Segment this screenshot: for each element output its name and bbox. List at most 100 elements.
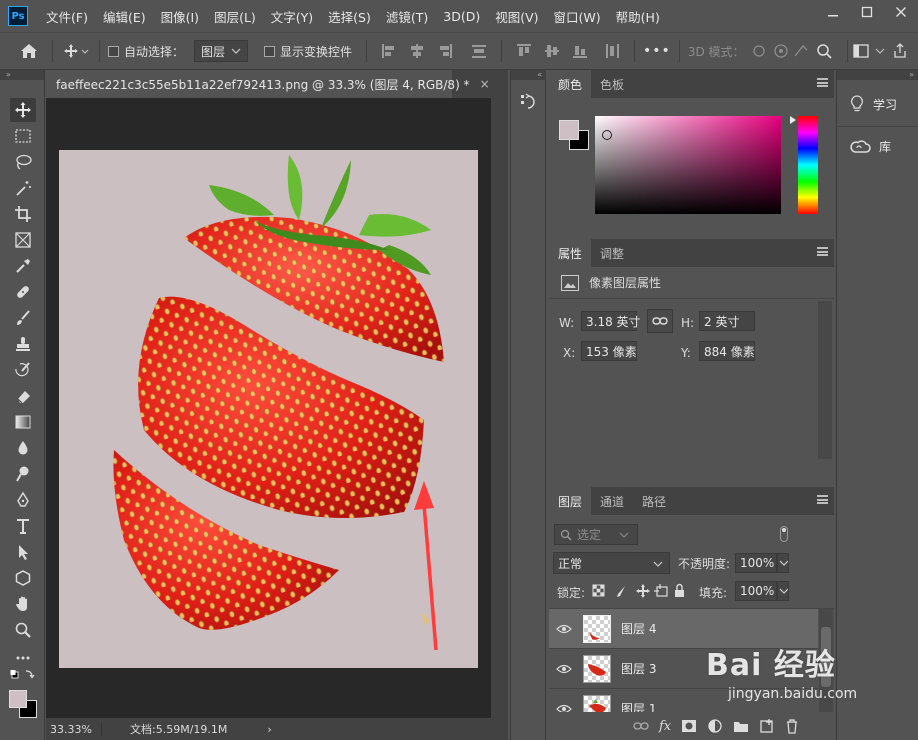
height-input[interactable]: 2 英寸	[699, 311, 755, 331]
frame-tool-icon[interactable]	[10, 228, 36, 252]
pen-tool-icon[interactable]	[10, 488, 36, 512]
blur-tool-icon[interactable]	[10, 436, 36, 460]
auto-select-target-dropdown[interactable]: 图层	[194, 40, 249, 62]
path-selection-tool-icon[interactable]	[10, 540, 36, 564]
menu-3d[interactable]: 3D(D)	[443, 9, 480, 24]
lock-options-icon[interactable]	[591, 583, 687, 599]
align-bottom-icon[interactable]	[572, 43, 588, 59]
align-right-icon[interactable]	[437, 43, 453, 59]
tab-paths[interactable]: 路径	[633, 487, 675, 515]
menu-select[interactable]: 选择(S)	[328, 7, 371, 26]
link-dimensions-icon[interactable]	[647, 309, 673, 333]
edit-toolbar-icon[interactable]	[10, 646, 36, 670]
fill-dropdown[interactable]	[777, 581, 789, 601]
maximize-icon[interactable]	[850, 0, 884, 24]
eye-icon[interactable]	[549, 664, 579, 674]
panel-menu-icon[interactable]	[817, 247, 828, 256]
blend-mode-dropdown[interactable]: 正常	[553, 552, 670, 574]
crop-tool-icon[interactable]	[10, 202, 36, 226]
distribute-vertical-icon[interactable]	[604, 43, 620, 59]
clone-stamp-tool-icon[interactable]	[10, 332, 36, 356]
status-menu-icon[interactable]: ›	[267, 723, 271, 736]
brush-tool-icon[interactable]	[10, 306, 36, 330]
align-top-icon[interactable]	[516, 43, 532, 59]
canvas-vertical-scrollbar[interactable]	[491, 98, 508, 718]
layer-name[interactable]: 图层 1	[621, 700, 656, 712]
close-icon[interactable]	[884, 0, 918, 24]
document-tab[interactable]: faeffeec221c3c55e5b11a22ef792413.png @ 3…	[46, 70, 490, 98]
folder-icon[interactable]	[733, 719, 749, 733]
trash-icon[interactable]	[785, 718, 799, 734]
zoom-tool-icon[interactable]	[10, 618, 36, 642]
align-vcenter-icon[interactable]	[544, 43, 560, 59]
layer-name[interactable]: 图层 4	[621, 620, 656, 637]
menu-view[interactable]: 视图(V)	[495, 7, 538, 26]
tab-properties[interactable]: 属性	[549, 239, 592, 267]
tab-adjustments[interactable]: 调整	[591, 239, 633, 267]
library-panel-button[interactable]: 库	[837, 126, 918, 166]
tab-channels[interactable]: 通道	[591, 487, 633, 515]
hand-tool-icon[interactable]	[10, 592, 36, 616]
menu-edit[interactable]: 编辑(E)	[103, 7, 146, 26]
tab-layers[interactable]: 图层	[549, 487, 592, 515]
tab-color[interactable]: 颜色	[549, 70, 592, 98]
shape-tool-icon[interactable]	[10, 566, 36, 590]
fill-input[interactable]: 100%	[735, 581, 777, 601]
fx-icon[interactable]: fx	[659, 719, 671, 734]
menu-layer[interactable]: 图层(L)	[214, 7, 256, 26]
dock-collapse-icon[interactable]: «	[511, 70, 546, 80]
workspace-icon[interactable]	[852, 42, 892, 60]
mask-icon[interactable]	[681, 719, 697, 733]
document-info[interactable]: 文档:5.59M/19.1M	[130, 721, 227, 737]
menu-file[interactable]: 文件(F)	[46, 7, 88, 26]
opacity-dropdown[interactable]	[777, 553, 789, 573]
toolbar-collapse-icon[interactable]: »	[0, 70, 44, 80]
opacity-input[interactable]: 100%	[735, 553, 777, 573]
right-dock-collapse-icon[interactable]: »	[837, 70, 918, 80]
color-field[interactable]	[595, 116, 781, 214]
menu-filter[interactable]: 滤镜(T)	[386, 7, 428, 26]
eye-icon[interactable]	[549, 624, 579, 634]
filter-toggle-icon[interactable]	[780, 526, 788, 542]
swap-colors-icon[interactable]	[10, 668, 36, 684]
hue-slider-handle[interactable]	[790, 116, 796, 124]
3d-tools-icon[interactable]	[751, 42, 841, 60]
minimize-icon[interactable]	[816, 0, 850, 24]
type-tool-icon[interactable]	[10, 514, 36, 538]
layer-filter-dropdown[interactable]: 选定	[554, 524, 638, 545]
dodge-tool-icon[interactable]	[10, 462, 36, 486]
healing-brush-tool-icon[interactable]	[10, 280, 36, 304]
lasso-tool-icon[interactable]	[10, 150, 36, 174]
layer-name[interactable]: 图层 3	[621, 660, 656, 677]
foreground-color-swatch[interactable]	[559, 120, 579, 140]
show-transform-checkbox[interactable]	[264, 45, 276, 57]
align-hcenter-icon[interactable]	[409, 43, 425, 59]
move-tool-preset-icon[interactable]	[61, 43, 91, 59]
menu-help[interactable]: 帮助(H)	[616, 7, 660, 26]
align-left-icon[interactable]	[381, 43, 397, 59]
panel-menu-icon[interactable]	[817, 78, 828, 87]
history-brush-tool-icon[interactable]	[10, 358, 36, 382]
close-document-icon[interactable]: ×	[480, 77, 490, 91]
learn-panel-button[interactable]: 学习	[837, 84, 918, 124]
canvas-area[interactable]	[46, 98, 491, 718]
eyedropper-tool-icon[interactable]	[10, 254, 36, 278]
gradient-tool-icon[interactable]	[10, 410, 36, 434]
width-input[interactable]: 3.18 英寸	[581, 311, 641, 331]
history-panel-icon[interactable]	[519, 92, 539, 112]
zoom-level[interactable]: 33.33%	[50, 722, 102, 736]
new-layer-icon[interactable]	[759, 718, 775, 734]
magic-wand-tool-icon[interactable]	[10, 176, 36, 200]
eye-icon[interactable]	[549, 704, 579, 712]
home-icon[interactable]	[14, 43, 44, 59]
hue-slider[interactable]	[798, 116, 818, 214]
panel-menu-icon[interactable]	[817, 495, 828, 504]
menu-image[interactable]: 图像(I)	[161, 7, 199, 26]
move-tool-icon[interactable]	[10, 98, 36, 122]
link-icon[interactable]	[633, 721, 649, 731]
distribute-icon[interactable]	[471, 43, 487, 59]
share-icon[interactable]	[892, 42, 908, 60]
tab-swatches[interactable]: 色板	[591, 70, 633, 98]
properties-scrollbar[interactable]	[818, 301, 832, 459]
more-options-icon[interactable]: •••	[643, 43, 671, 59]
